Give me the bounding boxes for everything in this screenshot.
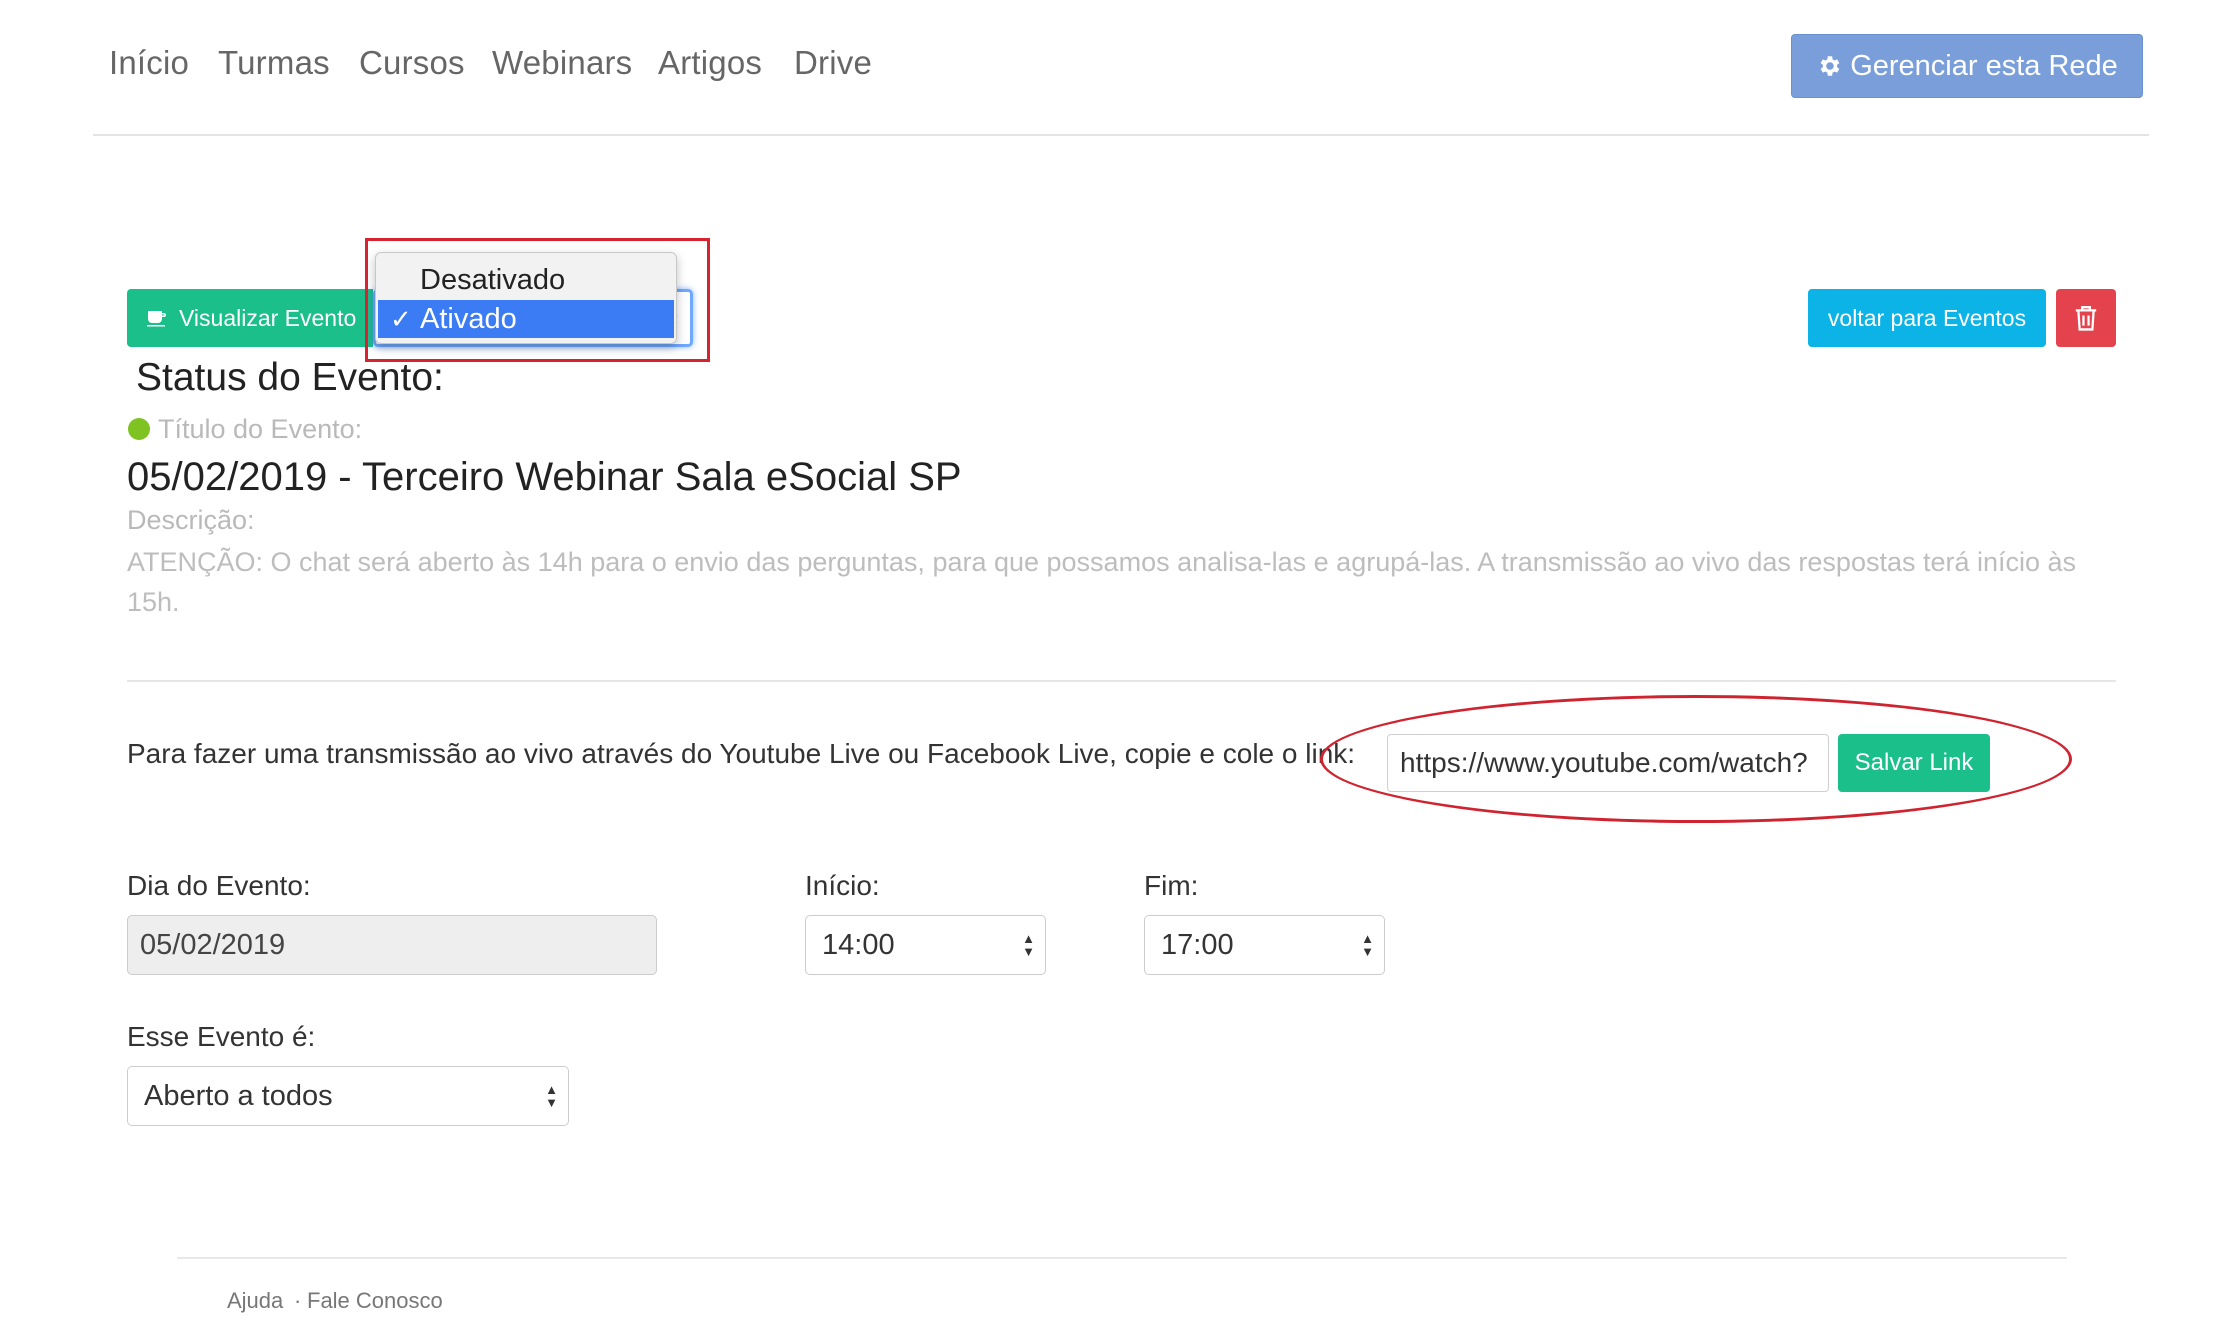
event-day-label: Dia do Evento:	[127, 870, 311, 901]
status-heading: Status do Evento:	[136, 356, 444, 399]
view-event-button[interactable]: Visualizar Evento	[127, 289, 373, 347]
nav-item-webinars[interactable]: Webinars	[492, 44, 632, 82]
nav-item-inicio[interactable]: Início	[109, 44, 189, 82]
gear-icon	[1820, 56, 1840, 76]
nav-item-cursos[interactable]: Cursos	[359, 44, 465, 82]
delete-event-button[interactable]	[2056, 289, 2116, 347]
trash-icon	[2075, 306, 2097, 331]
save-link-button[interactable]: Salvar Link	[1838, 734, 1990, 792]
header-divider	[93, 134, 2149, 136]
end-time-select[interactable]: 17:00 ▲ ▼	[1144, 915, 1385, 975]
manage-network-button[interactable]: Gerenciar esta Rede	[1791, 34, 2143, 98]
select-arrows-icon: ▲▼	[1022, 931, 1035, 959]
live-instruction: Para fazer uma transmissão ao vivo atrav…	[127, 738, 1356, 769]
section-divider	[127, 680, 2116, 682]
end-time-value: 17:00	[1161, 928, 1234, 961]
access-label: Esse Evento é:	[127, 1021, 316, 1052]
start-time-select[interactable]: 14:00 ▲ ▼	[805, 915, 1046, 975]
nav-item-artigos[interactable]: Artigos	[658, 44, 762, 82]
footer-separator: ·	[294, 1288, 302, 1313]
select-arrows-icon: ▲▼	[545, 1082, 558, 1110]
title-label: Título do Evento:	[158, 414, 363, 444]
event-title: 05/02/2019 - Terceiro Webinar Sala eSoci…	[127, 455, 962, 499]
status-indicator-dot	[128, 418, 150, 440]
annotation-rectangle	[365, 238, 710, 362]
footer-help-link[interactable]: Ajuda	[227, 1288, 283, 1314]
footer-divider	[177, 1257, 2067, 1259]
view-event-label: Visualizar Evento	[179, 304, 357, 331]
back-to-events-button[interactable]: voltar para Eventos	[1808, 289, 2046, 347]
access-value: Aberto a todos	[144, 1079, 333, 1112]
live-link-input[interactable]: https://www.youtube.com/watch?	[1387, 734, 1829, 792]
end-time-label: Fim:	[1144, 870, 1199, 901]
nav-item-turmas[interactable]: Turmas	[218, 44, 330, 82]
access-select[interactable]: Aberto a todos ▲ ▼	[127, 1066, 569, 1126]
event-day-input[interactable]: 05/02/2019	[127, 915, 657, 975]
select-arrows-icon: ▲▼	[1361, 931, 1374, 959]
start-time-value: 14:00	[822, 928, 895, 961]
nav-item-drive[interactable]: Drive	[794, 44, 872, 82]
description-label: Descrição:	[127, 505, 255, 535]
footer-contact-link[interactable]: Fale Conosco	[307, 1288, 443, 1314]
start-time-label: Início:	[805, 870, 880, 901]
manage-network-label: Gerenciar esta Rede	[1850, 49, 2118, 82]
coffee-icon	[147, 311, 166, 327]
event-description: ATENÇÃO: O chat será aberto às 14h para …	[127, 547, 2077, 617]
